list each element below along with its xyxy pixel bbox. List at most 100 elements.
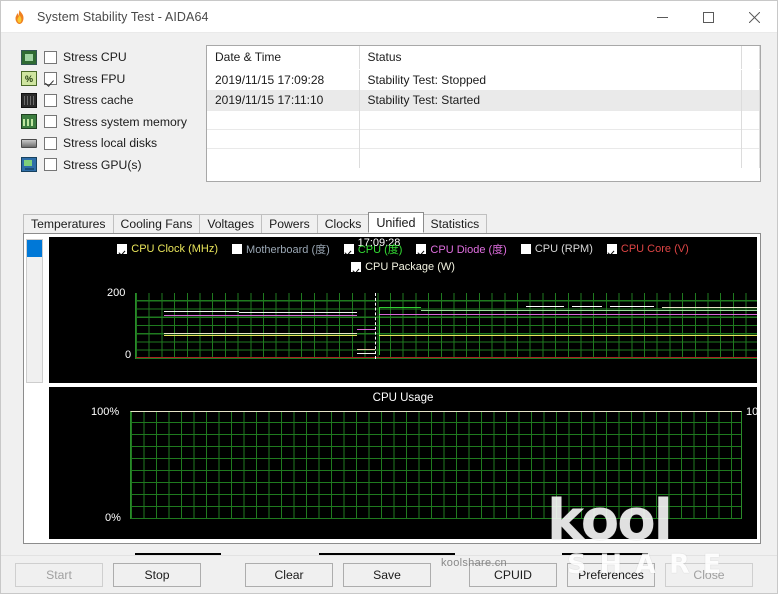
legend-item-cpu-temp[interactable]: CPU (度) (343, 241, 403, 257)
legend-label-cpu-clock: CPU Clock (MHz) (131, 243, 219, 255)
graph-scrollbar[interactable] (26, 239, 43, 383)
trace-cpu-package-w-pre (164, 333, 357, 334)
stress-fpu-label: Stress FPU (63, 71, 126, 86)
trace-cpu-diode-post (379, 314, 757, 315)
cpuid-button[interactable]: CPUID (469, 562, 557, 587)
tab-powers[interactable]: Powers (261, 214, 318, 233)
gpu-icon (21, 157, 37, 173)
table-row[interactable]: 2019/11/15 17:09:28 Stability Test: Stop… (207, 69, 760, 90)
table-row-empty[interactable] (207, 148, 760, 168)
button-bar: Start Stop Clear Save CPUID Preferences … (1, 555, 777, 593)
legend-checkbox-cpu-clock[interactable] (117, 244, 128, 254)
legend-item-cpu-rpm[interactable]: CPU (RPM) (520, 243, 593, 255)
maximize-button[interactable] (685, 1, 731, 33)
legend-item-cpu-package-w[interactable]: CPU Package (W) (351, 261, 455, 273)
stress-gpu-checkbox[interactable] (44, 158, 57, 172)
trace-cpu-package-post-c (610, 306, 654, 307)
event-log-panel[interactable]: Date & Time Status 2019/11/15 17:09:28 S… (206, 45, 761, 182)
graph-pane: CPU Clock (MHz) Motherboard (度) CPU (度) (23, 234, 761, 544)
trace-dip-temp (357, 353, 375, 354)
tab-cooling-fans[interactable]: Cooling Fans (112, 214, 201, 233)
stress-cache-checkbox[interactable] (44, 93, 57, 107)
legend-checkbox-cpu-diode[interactable] (416, 244, 427, 254)
stop-button[interactable]: Stop (113, 562, 201, 587)
trace-cpu-temp-post-2 (421, 310, 757, 311)
trace-dip-diode (357, 329, 375, 330)
trace-cpu-core-v (136, 357, 757, 358)
trace-cpu-package-post-d (662, 307, 757, 308)
cpu-usage-y-tick-top: 100% (91, 406, 120, 418)
legend-label-cpu-temp: CPU (度) (357, 244, 403, 256)
stress-cpu-label: Stress CPU (63, 50, 127, 65)
column-header-datetime[interactable]: Date & Time (207, 46, 360, 70)
preferences-button[interactable]: Preferences (567, 562, 655, 587)
cpu-usage-graph[interactable]: CPU Usage 100% 0% 100% (49, 387, 757, 539)
legend-item-cpu-diode[interactable]: CPU Diode (度) (416, 241, 507, 257)
stress-disks-label: Stress local disks (63, 136, 158, 151)
close-button[interactable]: Close (665, 562, 753, 587)
tab-unified[interactable]: Unified (368, 212, 424, 233)
title-bar: System Stability Test - AIDA64 (1, 1, 777, 33)
legend-item-motherboard[interactable]: Motherboard (度) (232, 241, 330, 257)
legend-checkbox-cpu-core-v[interactable] (606, 244, 617, 254)
legend-checkbox-cpu-package-w[interactable] (351, 262, 362, 272)
legend-label-cpu-rpm: CPU (RPM) (534, 243, 593, 255)
unified-legend: CPU Clock (MHz) Motherboard (度) CPU (度) (49, 241, 757, 273)
fpu-icon: % (21, 71, 37, 87)
tab-clocks[interactable]: Clocks (316, 214, 370, 233)
clear-button[interactable]: Clear (245, 562, 333, 587)
legend-item-cpu-clock[interactable]: CPU Clock (MHz) (117, 243, 218, 255)
log-spacer (741, 90, 760, 111)
stress-option-fpu[interactable]: % Stress FPU (21, 69, 191, 90)
legend-label-cpu-core-v: CPU Core (V) (620, 243, 689, 255)
trace-cpu-temp-post (379, 307, 421, 308)
stress-disks-checkbox[interactable] (44, 136, 57, 150)
legend-item-cpu-core-v[interactable]: CPU Core (V) (606, 243, 689, 255)
test-restart-marker (375, 293, 376, 359)
table-row[interactable]: 2019/11/15 17:11:10 Stability Test: Star… (207, 90, 760, 111)
stress-option-cpu[interactable]: Stress CPU (21, 47, 191, 68)
top-panel: Stress CPU % Stress FPU Stress cache Str… (21, 45, 761, 182)
table-header-row: Date & Time Status (207, 46, 760, 70)
stress-option-gpu[interactable]: Stress GPU(s) (21, 155, 191, 176)
stress-options-list: Stress CPU % Stress FPU Stress cache Str… (21, 45, 191, 182)
log-spacer (741, 69, 760, 90)
column-header-spacer[interactable] (741, 46, 760, 70)
stress-memory-label: Stress system memory (63, 114, 187, 129)
stress-gpu-label: Stress GPU(s) (63, 157, 142, 172)
graph-tabs: Temperatures Cooling Fans Voltages Power… (23, 212, 761, 234)
column-header-status[interactable]: Status (359, 46, 742, 70)
legend-row-1: CPU Clock (MHz) Motherboard (度) CPU (度) (110, 241, 695, 257)
stress-fpu-checkbox[interactable] (44, 72, 57, 86)
unified-y-tick-bottom: 0 (125, 349, 132, 361)
tab-statistics[interactable]: Statistics (422, 214, 488, 233)
log-datetime: 2019/11/15 17:11:10 (207, 90, 360, 111)
graph-scrollbar-thumb[interactable] (27, 240, 42, 257)
start-button[interactable]: Start (15, 562, 103, 587)
trace-cpu-temp-pre (164, 311, 239, 312)
stress-cache-label: Stress cache (63, 93, 134, 108)
stress-option-disks[interactable]: Stress local disks (21, 133, 191, 154)
minimize-button[interactable] (639, 1, 685, 33)
legend-checkbox-cpu-temp[interactable] (343, 244, 354, 254)
legend-checkbox-cpu-rpm[interactable] (520, 244, 531, 254)
unified-graph[interactable]: CPU Clock (MHz) Motherboard (度) CPU (度) (49, 237, 757, 383)
legend-row-2: CPU Package (W) (344, 261, 462, 273)
tab-temperatures[interactable]: Temperatures (23, 214, 114, 233)
log-datetime: 2019/11/15 17:09:28 (207, 69, 360, 90)
cpu-usage-title: CPU Usage (372, 392, 434, 404)
close-window-button[interactable] (731, 1, 777, 33)
tab-voltages[interactable]: Voltages (199, 214, 263, 233)
stress-cpu-checkbox[interactable] (44, 50, 57, 64)
stress-option-cache[interactable]: Stress cache (21, 90, 191, 111)
unified-y-tick-top: 200 (107, 287, 126, 299)
stress-memory-checkbox[interactable] (44, 115, 57, 129)
stress-option-memory[interactable]: Stress system memory (21, 112, 191, 133)
save-button[interactable]: Save (343, 562, 431, 587)
legend-checkbox-motherboard[interactable] (232, 244, 243, 254)
table-row-empty[interactable] (207, 110, 760, 130)
log-status: Stability Test: Started (359, 90, 742, 111)
table-row-empty[interactable] (207, 129, 760, 149)
cpu-usage-plot-area (130, 411, 742, 519)
window-controls (639, 1, 777, 33)
